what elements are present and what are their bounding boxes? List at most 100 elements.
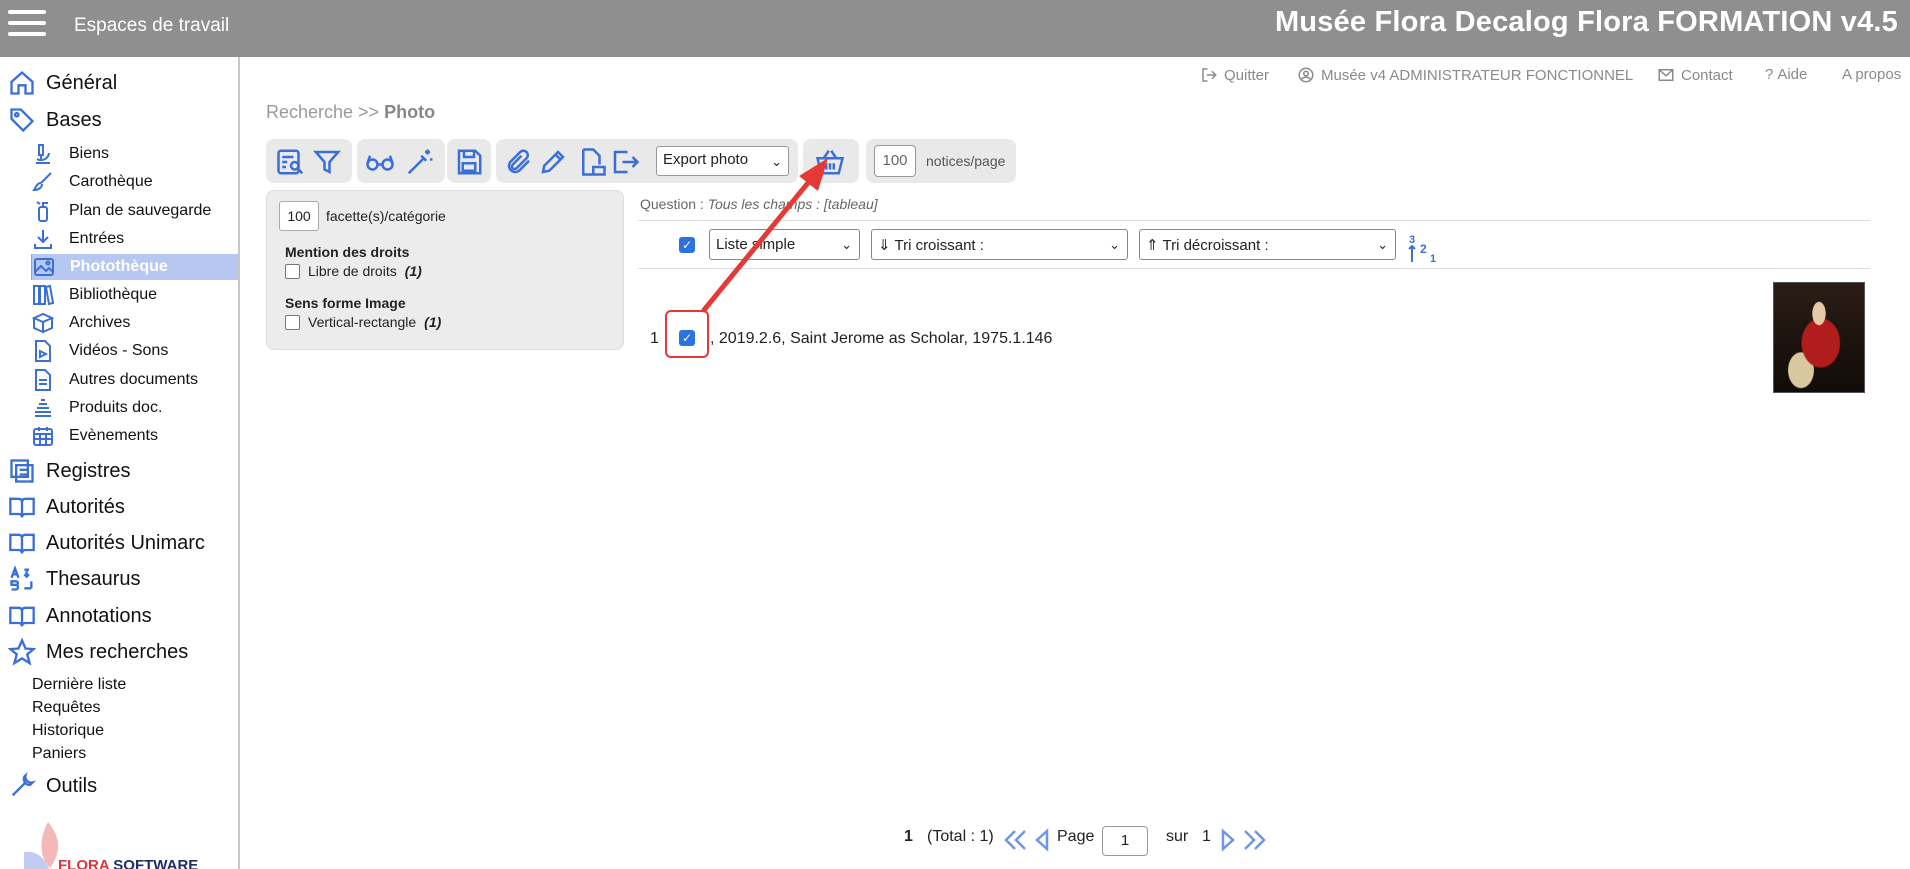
user-link[interactable]: Musée v4 ADMINISTRATEUR FONCTIONNEL bbox=[1297, 66, 1633, 84]
sort-numeric-icon[interactable]: 3 2 1 bbox=[1406, 232, 1440, 264]
nav-annotations[interactable]: Annotations bbox=[8, 602, 152, 630]
first-page-icon[interactable] bbox=[1003, 828, 1029, 852]
sidebar-item-autres-documents[interactable]: Autres documents bbox=[31, 367, 238, 393]
sidebar-item-label: Entrées bbox=[69, 230, 125, 247]
notices-per-page-input[interactable]: 100 bbox=[874, 145, 916, 177]
pager-total: (Total : 1) bbox=[927, 828, 994, 845]
last-page-icon[interactable] bbox=[1241, 828, 1267, 852]
result-row-title[interactable]: , 2019.2.6, Saint Jerome as Scholar, 197… bbox=[710, 330, 1052, 348]
nav-autorites[interactable]: Autorités bbox=[8, 493, 125, 521]
sidebar-item-bibliotheque[interactable]: Bibliothèque bbox=[31, 282, 238, 308]
extinguisher-icon bbox=[36, 201, 48, 222]
nav-mes-recherches-label: Mes recherches bbox=[46, 640, 189, 663]
result-thumbnail[interactable] bbox=[1773, 282, 1865, 393]
facet-checkbox[interactable] bbox=[285, 263, 300, 279]
sidebar-item-produits-doc[interactable]: Produits doc. bbox=[31, 395, 238, 421]
sidebar-item-label: Produits doc. bbox=[69, 399, 163, 416]
sidebar-item-label: Plan de sauvegarde bbox=[69, 202, 212, 219]
search-item-paniers[interactable]: Paniers bbox=[32, 745, 86, 763]
sidebar-item-evenements[interactable]: Evènements bbox=[31, 423, 238, 449]
page-of-label: sur bbox=[1166, 828, 1189, 845]
star-icon bbox=[8, 638, 36, 666]
logout-icon bbox=[1202, 68, 1217, 82]
sidebar-item-archives[interactable]: Archives bbox=[31, 310, 238, 336]
tag-icon bbox=[10, 108, 35, 133]
search-item-historique[interactable]: Historique bbox=[32, 722, 104, 740]
paperclip-icon[interactable] bbox=[504, 147, 534, 177]
toolbar-group-view bbox=[357, 139, 445, 183]
sidebar-item-phototheque[interactable]: Photothèque bbox=[31, 254, 238, 280]
book-open-icon bbox=[9, 497, 35, 518]
facet-item-count: (1) bbox=[424, 314, 442, 330]
page-number-input[interactable]: 1 bbox=[1102, 826, 1148, 856]
facet-checkbox[interactable] bbox=[285, 314, 300, 330]
nav-thesaurus[interactable]: Thesaurus bbox=[8, 565, 141, 593]
nav-mes-recherches[interactable]: Mes recherches bbox=[8, 638, 188, 666]
sidebar-item-entrees[interactable]: Entrées bbox=[31, 226, 238, 252]
result-row-number: 1 bbox=[650, 330, 659, 347]
app-title: Musée Flora Decalog Flora FORMATION v4.5 bbox=[1274, 6, 1898, 38]
facets-panel: 100 facette(s)/catégorie Mention des dro… bbox=[266, 190, 624, 350]
contact-link[interactable]: Contact bbox=[1657, 66, 1733, 84]
export-icon[interactable] bbox=[610, 147, 640, 177]
menu-icon[interactable] bbox=[8, 10, 46, 40]
nav-bases[interactable]: Bases bbox=[8, 106, 102, 134]
facet-group-title: Sens forme Image bbox=[285, 295, 406, 311]
nav-autorites-unimarc[interactable]: Autorités Unimarc bbox=[8, 529, 205, 557]
breadcrumb-root[interactable]: Recherche >> bbox=[266, 102, 384, 122]
filter-icon[interactable] bbox=[312, 147, 342, 177]
flora-logo-text: FLORA SOFTWARE bbox=[58, 857, 198, 869]
save-icon[interactable] bbox=[454, 147, 484, 177]
facet-group-title: Mention des droits bbox=[285, 244, 410, 260]
search-item-derniere-liste[interactable]: Dernière liste bbox=[32, 676, 126, 694]
help-label: Aide bbox=[1777, 66, 1808, 83]
pager-current: 1 bbox=[904, 828, 913, 846]
sort-ascending-select[interactable]: ⇓ Tri croissant : ⌄ bbox=[871, 229, 1128, 260]
facet-item[interactable]: Libre de droits (1) bbox=[285, 263, 422, 279]
books-icon bbox=[33, 284, 55, 306]
facet-item[interactable]: Vertical-rectangle (1) bbox=[285, 314, 441, 330]
quit-link[interactable]: Quitter bbox=[1200, 66, 1269, 84]
previous-page-icon[interactable] bbox=[1031, 828, 1057, 852]
logo-text-part: FLORA bbox=[58, 857, 114, 869]
print-document-icon[interactable] bbox=[577, 147, 607, 177]
sidebar-item-label: Photothèque bbox=[70, 258, 168, 275]
search-item-requetes[interactable]: Requêtes bbox=[32, 699, 101, 717]
sort-descending-value: ⇑ Tri décroissant : bbox=[1146, 237, 1269, 254]
search-list-icon[interactable] bbox=[276, 147, 306, 177]
pencil-icon[interactable] bbox=[538, 147, 568, 177]
question-icon: ? bbox=[1765, 66, 1774, 83]
svg-text:1: 1 bbox=[1430, 253, 1436, 264]
pager-current-value: 1 bbox=[904, 828, 913, 845]
nav-registres-label: Registres bbox=[46, 459, 131, 482]
about-link[interactable]: A propos bbox=[1842, 66, 1901, 83]
sort-descending-select[interactable]: ⇑ Tri décroissant : ⌄ bbox=[1139, 229, 1396, 260]
magic-wand-icon[interactable] bbox=[405, 147, 435, 177]
workspaces-link[interactable]: Espaces de travail bbox=[74, 15, 229, 37]
facet-item-label: Vertical-rectangle bbox=[308, 314, 417, 330]
home-icon bbox=[10, 70, 34, 95]
mail-icon bbox=[1658, 69, 1674, 81]
microscope-icon bbox=[36, 144, 50, 164]
sidebar-item-biens[interactable]: Biens bbox=[31, 141, 238, 167]
stack-icon bbox=[35, 399, 51, 417]
sidebar-item-carotheque[interactable]: Carothèque bbox=[31, 169, 238, 195]
help-link[interactable]: ? Aide bbox=[1765, 66, 1807, 83]
nav-general[interactable]: Général bbox=[8, 69, 117, 97]
facet-item-label: Libre de droits bbox=[308, 263, 397, 279]
nav-outils[interactable]: Outils bbox=[8, 772, 97, 800]
sidebar-item-label: Archives bbox=[69, 314, 131, 331]
sidebar: Général Bases Biens Carothèque Plan de s… bbox=[0, 57, 240, 869]
registers-icon bbox=[10, 459, 34, 483]
contact-label: Contact bbox=[1681, 66, 1733, 84]
sidebar-item-plan-sauvegarde[interactable]: Plan de sauvegarde bbox=[31, 198, 238, 224]
nav-registres[interactable]: Registres bbox=[8, 457, 130, 485]
chevron-down-icon: ⌄ bbox=[841, 237, 852, 252]
user-label: Musée v4 ADMINISTRATEUR FONCTIONNEL bbox=[1321, 66, 1634, 84]
calendar-icon bbox=[33, 427, 53, 446]
facets-per-category-input[interactable]: 100 bbox=[279, 201, 319, 231]
svg-text:3: 3 bbox=[1409, 234, 1415, 246]
next-page-icon[interactable] bbox=[1215, 828, 1241, 852]
sidebar-item-videos-sons[interactable]: Vidéos - Sons bbox=[31, 338, 238, 364]
glasses-icon[interactable] bbox=[365, 147, 395, 177]
